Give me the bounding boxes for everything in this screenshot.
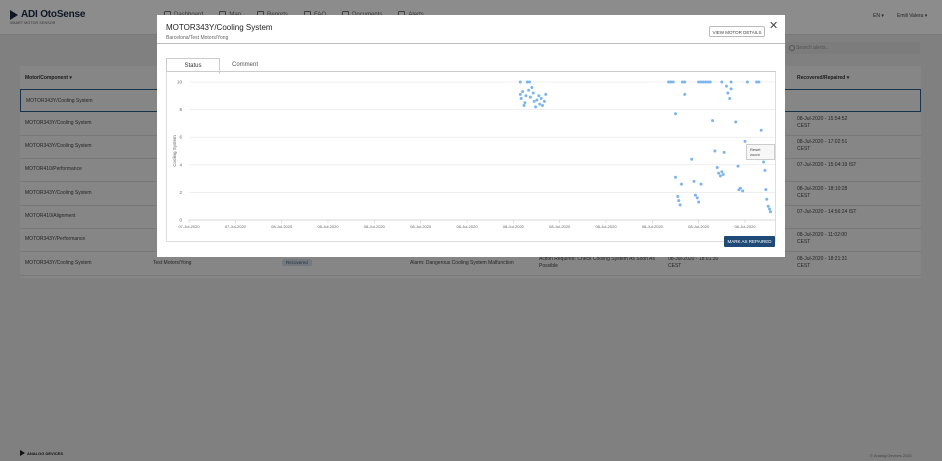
data-point[interactable]	[738, 186, 742, 190]
data-point[interactable]	[676, 195, 680, 199]
data-point[interactable]	[743, 139, 747, 143]
data-point[interactable]	[519, 97, 523, 101]
data-point[interactable]	[539, 97, 543, 101]
data-point[interactable]	[535, 98, 539, 102]
tab-comment[interactable]: Comment	[219, 58, 271, 72]
data-point[interactable]	[527, 88, 531, 92]
x-tick-label: 08-Jul-2020	[410, 224, 432, 229]
data-point[interactable]	[745, 80, 749, 84]
x-tick-label: 08-Jul-2020	[364, 224, 386, 229]
data-point[interactable]	[697, 200, 701, 204]
data-point[interactable]	[528, 80, 532, 84]
motor-status-modal: MOTOR343Y/Cooling System Barcelona/Test …	[157, 15, 785, 257]
data-point[interactable]	[729, 80, 733, 84]
data-point[interactable]	[538, 102, 542, 106]
data-point[interactable]	[692, 179, 696, 183]
data-point[interactable]	[711, 119, 715, 123]
data-point[interactable]	[524, 94, 528, 98]
data-point[interactable]	[528, 95, 532, 99]
data-point[interactable]	[677, 199, 681, 203]
data-point[interactable]	[759, 128, 763, 132]
y-axis-label: Cooling System	[172, 135, 177, 167]
data-point[interactable]	[674, 175, 677, 179]
data-point[interactable]	[715, 166, 719, 170]
data-point[interactable]	[718, 174, 722, 178]
data-point[interactable]	[683, 92, 687, 96]
x-tick-label: 08-Jul-2020	[456, 224, 478, 229]
close-icon[interactable]: ✕	[769, 21, 778, 32]
x-tick-label: 07-Jul-2020	[178, 224, 200, 229]
data-point[interactable]	[678, 203, 682, 207]
data-point[interactable]	[683, 80, 687, 84]
data-point[interactable]	[674, 112, 677, 116]
data-point[interactable]	[757, 80, 761, 84]
data-point[interactable]	[726, 91, 730, 95]
data-point[interactable]	[713, 149, 717, 153]
data-point[interactable]	[763, 168, 767, 172]
data-point[interactable]	[699, 182, 703, 186]
data-point[interactable]	[708, 80, 712, 84]
data-point[interactable]	[717, 171, 721, 175]
data-point[interactable]	[534, 105, 538, 109]
data-point[interactable]	[518, 80, 522, 84]
x-tick-label: 08-Jul-2020	[595, 224, 617, 229]
data-point[interactable]	[544, 92, 548, 96]
data-point[interactable]	[762, 160, 766, 164]
cooling-system-chart[interactable]: 0 2 4 6 8 10 Cooling System 07-Jul-2020 07-Jul-2…	[167, 72, 777, 242]
data-point[interactable]	[724, 84, 728, 88]
data-point[interactable]	[690, 157, 694, 161]
data-point[interactable]	[765, 197, 769, 201]
x-tick-label: 08-Jul-2020	[642, 224, 664, 229]
mark-as-repaired-button[interactable]: MARK AS REPAIRED	[724, 236, 775, 247]
data-point[interactable]	[532, 99, 536, 103]
data-point[interactable]	[764, 188, 768, 192]
x-tick-label: 08-Jul-2020	[549, 224, 571, 229]
y-tick-label: 10	[177, 80, 183, 85]
data-point[interactable]	[734, 120, 738, 124]
y-tick-label: 2	[179, 190, 182, 195]
y-tick-label: 8	[179, 107, 182, 112]
chart-panel: 0 2 4 6 8 10 Cooling System 07-Jul-2020 07-Jul-2…	[166, 72, 776, 242]
data-point[interactable]	[768, 210, 772, 214]
data-point[interactable]	[728, 97, 732, 101]
data-point[interactable]	[720, 170, 724, 174]
data-point[interactable]	[741, 189, 745, 193]
x-tick-label: 08-Jul-2020	[503, 224, 525, 229]
data-point[interactable]	[537, 94, 541, 98]
x-tick-label: 08-Jul-2020	[317, 224, 339, 229]
data-point[interactable]	[722, 150, 726, 154]
data-point[interactable]	[680, 182, 684, 186]
data-point[interactable]	[521, 90, 525, 94]
data-point[interactable]	[523, 101, 527, 105]
x-tick-label: 07-Jul-2020	[225, 224, 247, 229]
y-tick-label: 6	[179, 135, 182, 140]
data-point[interactable]	[518, 92, 522, 96]
data-point[interactable]	[721, 172, 725, 176]
data-point[interactable]	[522, 103, 526, 107]
data-point[interactable]	[693, 193, 697, 197]
data-point[interactable]	[671, 80, 675, 84]
modal-title: MOTOR343Y/Cooling System	[166, 23, 273, 32]
data-point[interactable]	[736, 164, 740, 168]
data-point[interactable]	[766, 204, 770, 208]
y-tick-label: 0	[179, 218, 182, 223]
x-tick-label: 08-Jul-2020	[734, 224, 756, 229]
data-point[interactable]	[530, 86, 534, 90]
y-tick-label: 4	[179, 162, 182, 167]
x-tick-label: 08-Jul-2020	[688, 224, 710, 229]
data-point[interactable]	[542, 99, 546, 103]
data-point[interactable]	[768, 207, 772, 211]
data-point[interactable]	[729, 87, 733, 91]
x-tick-label: 08-Jul-2020	[271, 224, 293, 229]
modal-header-divider	[157, 43, 785, 44]
data-point[interactable]	[531, 91, 535, 95]
view-motor-details-button[interactable]: VIEW MOTOR DETAILS	[709, 26, 765, 37]
data-point[interactable]	[695, 196, 699, 200]
data-point[interactable]	[720, 80, 724, 84]
data-point[interactable]	[541, 103, 545, 107]
modal-subtitle: Barcelona/Test Motors/Yong	[166, 35, 229, 41]
reset-zoom-button[interactable]: Reset zoom	[746, 144, 775, 160]
